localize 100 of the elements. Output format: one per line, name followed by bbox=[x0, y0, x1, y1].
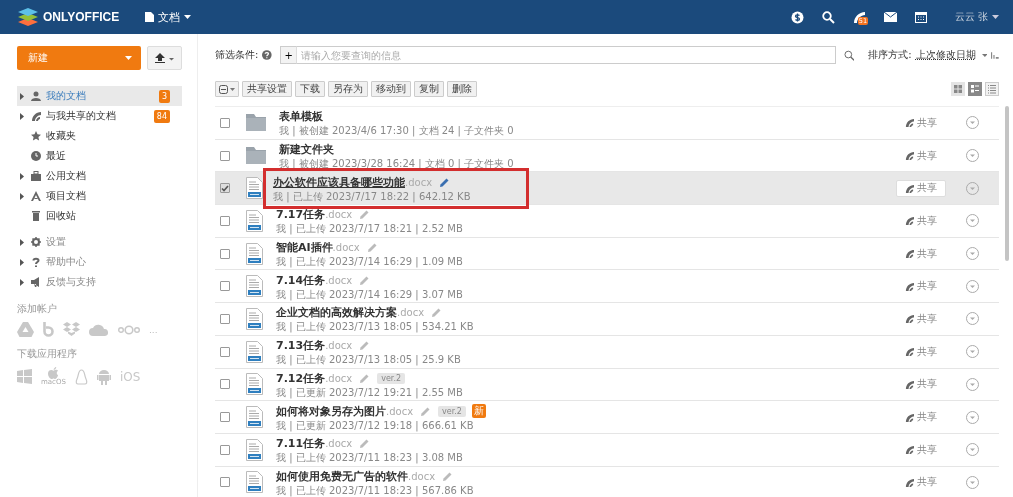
share-button[interactable]: 共享 bbox=[896, 408, 946, 426]
checkbox[interactable] bbox=[220, 183, 230, 194]
dropdown-icon[interactable] bbox=[966, 181, 979, 195]
toolbar-button[interactable]: 复制 bbox=[414, 81, 444, 97]
dropdown-icon[interactable] bbox=[966, 377, 979, 391]
dropdown-icon[interactable] bbox=[966, 247, 979, 261]
nextcloud-icon[interactable] bbox=[118, 324, 140, 335]
caret-icon[interactable] bbox=[981, 53, 988, 57]
checkbox[interactable] bbox=[220, 444, 230, 455]
expand-icon[interactable] bbox=[20, 112, 24, 120]
android-icon[interactable] bbox=[96, 368, 111, 385]
windows-icon[interactable] bbox=[17, 369, 32, 384]
checkbox[interactable] bbox=[220, 477, 230, 488]
file-row[interactable]: 如何使用免费无广告的软件.docx 我 | 已上传 2023/7/11 18:23 | 567.86 KB 共享 bbox=[215, 466, 999, 497]
checkbox[interactable] bbox=[220, 248, 230, 259]
file-row[interactable]: 智能AI插件.docx 我 | 已上传 2023/7/14 16:29 | 1.09 MB 共享 bbox=[215, 237, 999, 271]
share-button[interactable]: 共享 bbox=[896, 212, 946, 230]
sort-order-icon[interactable] bbox=[991, 51, 999, 59]
dropdown-icon[interactable] bbox=[966, 214, 979, 228]
dropdown-icon[interactable] bbox=[966, 475, 979, 489]
checkbox[interactable] bbox=[220, 215, 230, 226]
dropdown-icon[interactable] bbox=[966, 279, 979, 293]
expand-icon[interactable] bbox=[20, 258, 24, 266]
share-button[interactable]: 共享 bbox=[896, 473, 946, 491]
file-row[interactable]: 7.17任务.docx 我 | 已上传 2023/7/17 18:21 | 2.52 MB 共享 bbox=[215, 205, 999, 238]
sidebar-item[interactable]: 帮助中心 bbox=[17, 252, 182, 272]
checkbox[interactable] bbox=[220, 346, 230, 357]
list-view-icon[interactable] bbox=[985, 82, 999, 96]
module-menu[interactable]: 文档 bbox=[145, 9, 192, 25]
share-button[interactable]: 共享 bbox=[896, 375, 946, 393]
sidebar-item[interactable]: 项目文档 bbox=[17, 186, 182, 206]
file-name[interactable]: 新建文件夹 bbox=[279, 142, 334, 158]
expand-icon[interactable] bbox=[20, 172, 24, 180]
pencil-icon[interactable] bbox=[421, 406, 431, 416]
pencil-icon[interactable] bbox=[440, 177, 450, 187]
checkbox[interactable] bbox=[220, 412, 230, 423]
pencil-icon[interactable] bbox=[432, 308, 442, 318]
help-icon[interactable] bbox=[262, 50, 272, 60]
file-name[interactable]: 7.12任务 bbox=[276, 370, 326, 386]
penguin-icon[interactable] bbox=[74, 368, 88, 385]
file-name[interactable]: 7.11任务 bbox=[276, 436, 326, 452]
select-all-button[interactable] bbox=[215, 81, 239, 97]
expand-icon[interactable] bbox=[20, 238, 24, 246]
sidebar-item[interactable]: 最近 bbox=[17, 146, 182, 166]
file-row[interactable]: 7.12任务.docx ver.2 我 | 已更新 2023/7/12 19:21 | 2.55 MB 共享 bbox=[215, 368, 999, 402]
pencil-icon[interactable] bbox=[443, 471, 453, 481]
drive-icon[interactable] bbox=[17, 322, 34, 337]
checkbox[interactable] bbox=[220, 313, 230, 324]
checkbox[interactable] bbox=[220, 117, 230, 128]
share-button[interactable]: 共享 bbox=[896, 114, 946, 132]
dropdown-icon[interactable] bbox=[966, 410, 979, 424]
pencil-icon[interactable] bbox=[360, 373, 370, 383]
sort-dropdown[interactable]: 上次修改日期 bbox=[915, 48, 976, 62]
toolbar-button[interactable]: 共享设置 bbox=[242, 81, 292, 97]
search-icon[interactable] bbox=[843, 49, 855, 61]
file-name[interactable]: 如何将对象另存为图片 bbox=[276, 403, 386, 419]
share-button[interactable]: 共享 bbox=[896, 147, 946, 165]
compact-view-icon[interactable] bbox=[968, 82, 982, 96]
file-name[interactable]: 如何使用免费无广告的软件 bbox=[276, 468, 408, 484]
calendar-icon[interactable] bbox=[914, 11, 927, 23]
sidebar-item[interactable]: 我的文档 3 bbox=[17, 86, 182, 106]
expand-icon[interactable] bbox=[20, 92, 24, 100]
share-button[interactable]: 共享 bbox=[896, 179, 946, 197]
payment-icon[interactable] bbox=[790, 10, 804, 24]
scrollbar-thumb[interactable] bbox=[1005, 106, 1009, 261]
dropdown-icon[interactable] bbox=[966, 312, 979, 326]
pencil-icon[interactable] bbox=[360, 210, 370, 220]
file-row[interactable]: 表单模板 我 | 被创建 2023/4/6 17:30 | 文档 24 | 子文件夹 0 共享 bbox=[215, 107, 999, 140]
box-icon[interactable] bbox=[43, 322, 54, 337]
pencil-icon[interactable] bbox=[360, 439, 370, 449]
toolbar-button[interactable]: 删除 bbox=[447, 81, 477, 97]
dropdown-icon[interactable] bbox=[966, 345, 979, 359]
file-name[interactable]: 7.13任务 bbox=[276, 338, 326, 354]
dropdown-icon[interactable] bbox=[966, 443, 979, 457]
share-button[interactable]: 共享 bbox=[896, 245, 946, 263]
pencil-icon[interactable] bbox=[367, 243, 377, 253]
dropbox-icon[interactable] bbox=[63, 322, 80, 337]
file-name[interactable]: 企业文档的高效解决方案 bbox=[276, 305, 397, 321]
checkbox[interactable] bbox=[220, 379, 230, 390]
share-button[interactable]: 共享 bbox=[896, 441, 946, 459]
toolbar-button[interactable]: 移动到 bbox=[371, 81, 411, 97]
cloud-icon[interactable] bbox=[89, 323, 109, 336]
file-row[interactable]: 如何将对象另存为图片.docx ver.2 新 我 | 已更新 2023/7/12 19:18 | 666.61 KB 共享 bbox=[215, 401, 999, 434]
mail-icon[interactable] bbox=[883, 12, 897, 22]
pencil-icon[interactable] bbox=[360, 341, 370, 351]
checkbox[interactable] bbox=[220, 281, 230, 292]
apple-icon[interactable] bbox=[47, 367, 59, 379]
toolbar-button[interactable]: 另存为 bbox=[328, 81, 368, 97]
file-name[interactable]: 7.14任务 bbox=[276, 272, 326, 288]
share-button[interactable]: 共享 bbox=[896, 310, 946, 328]
dropdown-icon[interactable] bbox=[966, 116, 979, 130]
expand-icon[interactable] bbox=[20, 278, 24, 286]
share-button[interactable]: 共享 bbox=[896, 343, 946, 361]
sidebar-item[interactable]: 收藏夹 bbox=[17, 126, 182, 146]
file-name[interactable]: 办公软件应该具备哪些功能 bbox=[273, 174, 405, 190]
sidebar-item[interactable]: 公用文档 bbox=[17, 166, 182, 186]
file-row[interactable]: 7.14任务.docx 我 | 已上传 2023/7/14 16:29 | 3.07 MB 共享 bbox=[215, 270, 999, 304]
sidebar-item[interactable]: 设置 bbox=[17, 232, 182, 252]
sidebar-item[interactable]: 与我共享的文档 84 bbox=[17, 106, 182, 126]
sidebar-item[interactable]: 回收站 bbox=[17, 206, 182, 226]
